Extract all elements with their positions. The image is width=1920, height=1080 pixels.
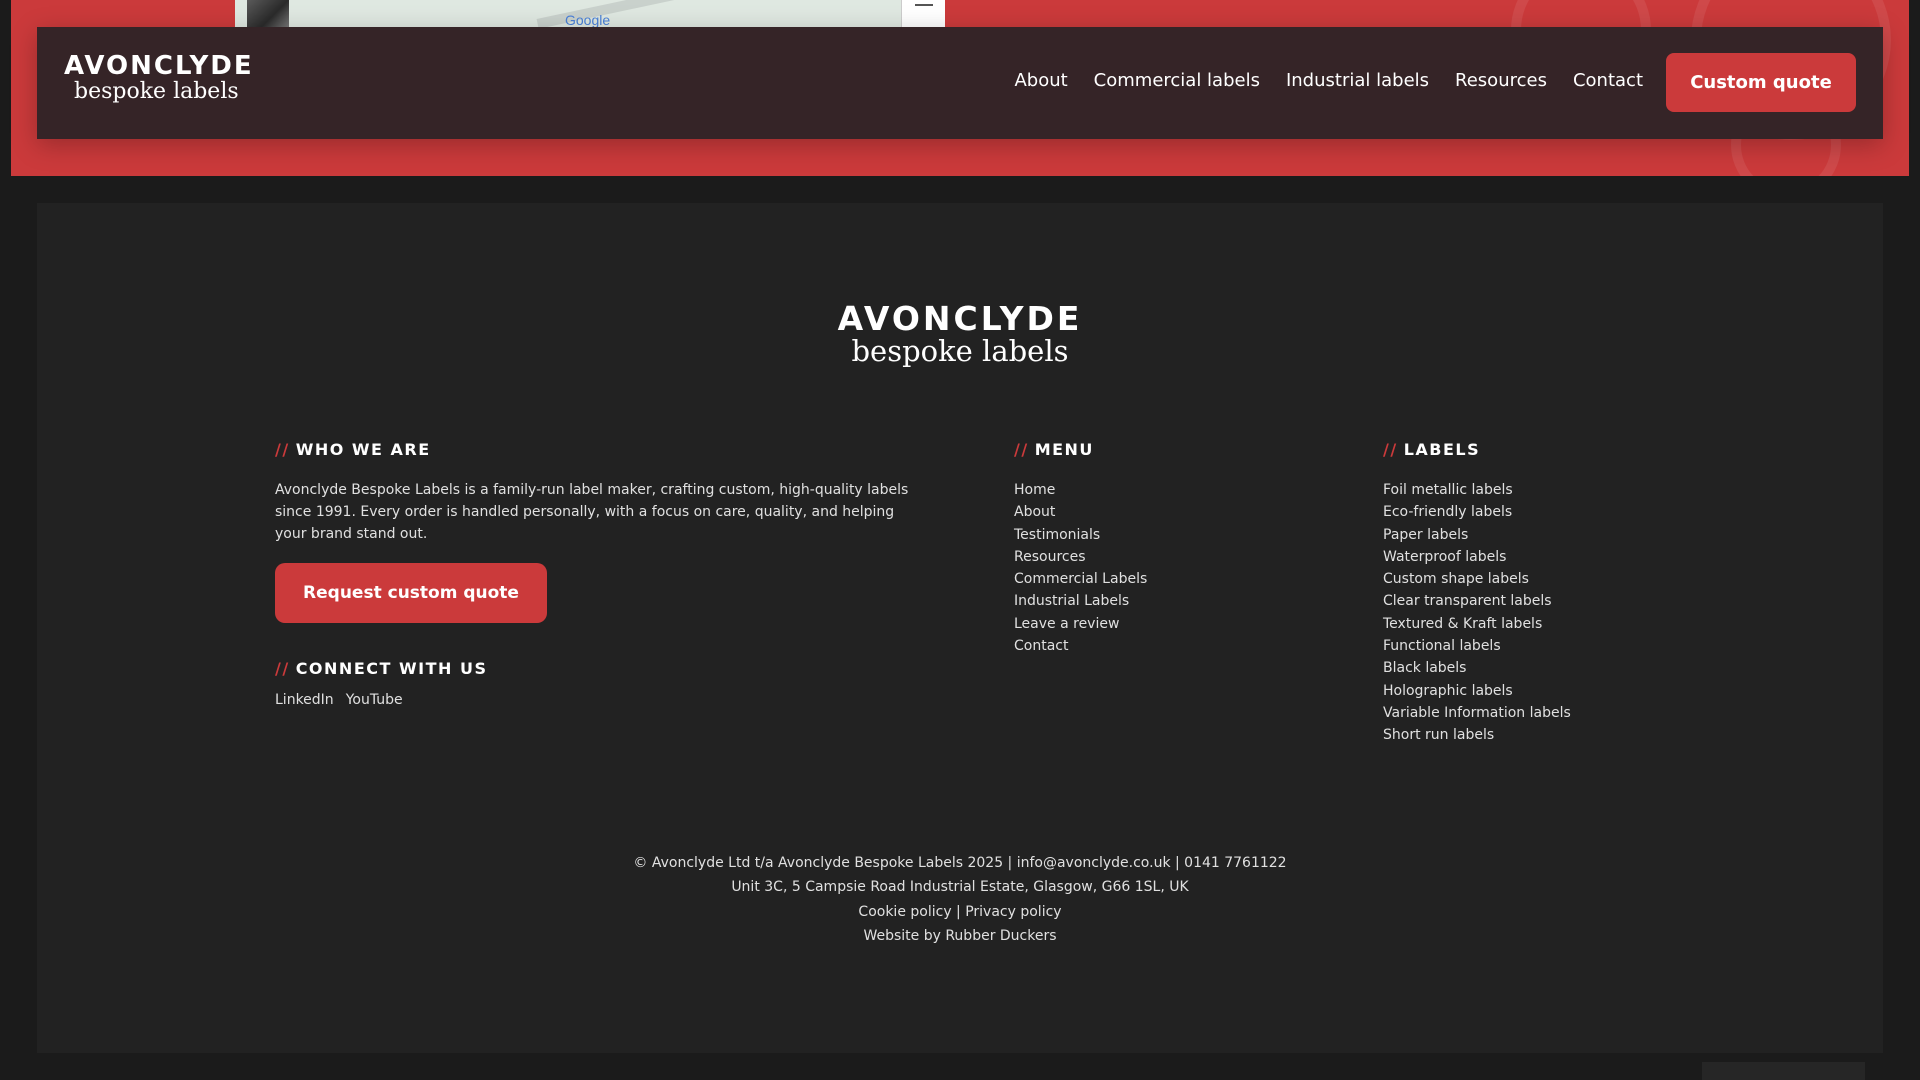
map-zoom-out-button[interactable] [901,0,945,27]
footer-menu-leave-review[interactable]: Leave a review [1014,613,1147,635]
legal-info: © Avonclyde Ltd t/a Avonclyde Bespoke La… [37,851,1883,948]
label-link-variable-information[interactable]: Variable Information labels [1383,702,1571,724]
footer-menu-resources[interactable]: Resources [1014,546,1147,568]
linkedin-link[interactable]: LinkedIn [275,692,334,708]
site-header: AVONCLYDE bespoke labels About Commercia… [37,27,1883,139]
nav-commercial-labels[interactable]: Commercial labels [1094,70,1260,91]
who-we-are-heading: // WHO WE ARE [275,440,915,459]
label-link-holographic[interactable]: Holographic labels [1383,680,1571,702]
minus-icon [915,4,933,6]
social-links: LinkedIn YouTube [275,692,915,708]
label-link-paper[interactable]: Paper labels [1383,524,1571,546]
footer-logo-wordmark: AVONCLYDE [837,299,1083,338]
connect-title: CONNECT WITH US [295,659,488,678]
label-link-foil-metallic[interactable]: Foil metallic labels [1383,479,1571,501]
footer-menu-testimonials[interactable]: Testimonials [1014,524,1147,546]
logo-wordmark: AVONCLYDE [64,51,254,81]
footer-logo[interactable]: AVONCLYDE bespoke labels [37,299,1883,368]
request-custom-quote-button[interactable]: Request custom quote [275,563,547,623]
footer-menu-contact[interactable]: Contact [1014,635,1147,657]
site-footer: AVONCLYDE bespoke labels // WHO WE ARE Av… [37,203,1883,1053]
address-text: Unit 3C, 5 Campsie Road Industrial Estat… [731,879,1189,896]
map-embed[interactable]: Google [235,0,945,27]
label-link-short-run[interactable]: Short run labels [1383,724,1571,746]
nav-contact[interactable]: Contact [1573,70,1643,91]
label-link-black[interactable]: Black labels [1383,657,1571,679]
footer-menu-about[interactable]: About [1014,501,1147,523]
logo-tagline: bespoke labels [74,79,239,104]
connect-heading: // CONNECT WITH US [275,659,915,678]
footer-menu-commercial-labels[interactable]: Commercial Labels [1014,568,1147,590]
copyright-text: © Avonclyde Ltd t/a Avonclyde Bespoke La… [633,855,1287,871]
who-we-are-title: WHO WE ARE [295,440,431,459]
slash-accent: // [275,440,290,459]
label-link-waterproof[interactable]: Waterproof labels [1383,546,1571,568]
nav-industrial-labels[interactable]: Industrial labels [1286,70,1429,91]
google-attribution: Google [565,12,611,27]
footer-logo-tagline: bespoke labels [851,334,1069,368]
labels-heading: // LABELS [1383,440,1571,459]
slash-accent: // [1383,440,1398,459]
cookie-widget-edge[interactable] [1702,1062,1865,1080]
label-link-clear-transparent[interactable]: Clear transparent labels [1383,590,1571,612]
nav-resources[interactable]: Resources [1455,70,1547,91]
main-nav: About Commercial labels Industrial label… [1014,70,1643,91]
menu-title: MENU [1034,440,1094,459]
footer-labels-list: Foil metallic labels Eco-friendly labels… [1383,479,1571,747]
footer-menu-list: Home About Testimonials Resources Commer… [1014,479,1147,657]
policy-links[interactable]: Cookie policy | Privacy policy [37,900,1883,924]
label-link-custom-shape[interactable]: Custom shape labels [1383,568,1571,590]
slash-accent: // [1014,440,1029,459]
map-photo-thumbnail[interactable] [247,0,289,27]
labels-title: LABELS [1403,440,1481,459]
footer-menu-home[interactable]: Home [1014,479,1147,501]
website-credit[interactable]: Website by Rubber Duckers [37,924,1883,948]
custom-quote-button[interactable]: Custom quote [1666,53,1856,112]
menu-heading: // MENU [1014,440,1147,459]
footer-menu-industrial-labels[interactable]: Industrial Labels [1014,590,1147,612]
header-logo[interactable]: AVONCLYDE bespoke labels [64,51,254,104]
label-link-textured-kraft[interactable]: Textured & Kraft labels [1383,613,1571,635]
who-we-are-section: // WHO WE ARE Avonclyde Bespoke Labels is… [275,440,915,708]
label-link-eco-friendly[interactable]: Eco-friendly labels [1383,501,1571,523]
who-we-are-text: Avonclyde Bespoke Labels is a family-run… [275,482,909,542]
label-link-functional[interactable]: Functional labels [1383,635,1571,657]
nav-about[interactable]: About [1014,70,1067,91]
labels-section: // LABELS Foil metallic labels Eco-friend… [1383,440,1571,747]
youtube-link[interactable]: YouTube [346,692,403,708]
slash-accent: // [275,659,290,678]
menu-section: // MENU Home About Testimonials Resources… [1014,440,1147,657]
